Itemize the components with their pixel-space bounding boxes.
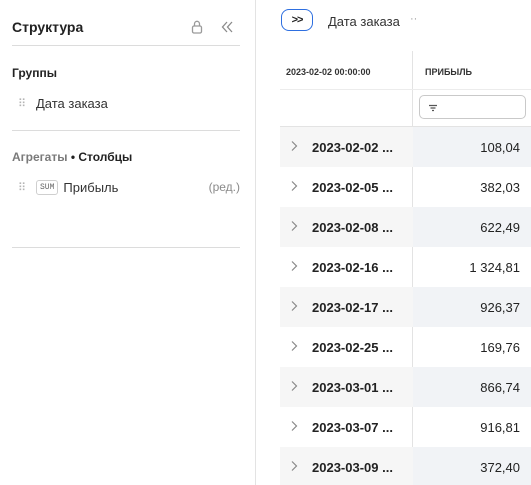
structure-panel: Структура Группы ⠿ Дата заказа Агрегаты … [0,0,256,485]
table-row[interactable]: 2023-02-17 ... 926,37 [280,287,531,327]
chip-menu-icon[interactable]: ·· [410,13,417,25]
aggregate-item-profit[interactable]: ⠿ SUM Прибыль (ред.) [12,176,240,198]
table-row[interactable]: 2023-02-02 ... 108,04 [280,127,531,167]
chevron-right-icon[interactable] [289,220,299,232]
columns-label: Столбцы [78,150,133,164]
panel-title: Структура [12,19,84,35]
aggregates-label: Агрегаты [12,150,68,164]
date-cell: 2023-02-17 ... [312,300,393,315]
pivot-editor: Структура Группы ⠿ Дата заказа Агрегаты … [0,0,531,485]
double-chevron-left-icon[interactable] [218,18,236,36]
date-cell: 2023-02-25 ... [312,340,393,355]
filter-input[interactable] [419,95,526,119]
toggle-panel-button[interactable]: >> [281,9,313,31]
chevron-right-icon[interactable] [289,260,299,272]
column-header-profit[interactable]: ПРИБЫЛЬ [425,67,472,77]
sum-badge: SUM [36,179,59,195]
divider [12,45,240,46]
date-cell: 2023-02-05 ... [312,180,393,195]
chevron-right-icon[interactable] [289,340,299,352]
table-row[interactable]: 2023-03-07 ... 916,81 [280,407,531,447]
chevron-right-icon[interactable] [289,300,299,312]
profit-cell: 372,40 [480,460,520,475]
column-header-date[interactable]: 2023-02-02 00:00:00 [286,67,371,77]
divider [12,247,240,248]
lock-icon[interactable] [188,18,206,36]
profit-cell: 1 324,81 [469,260,520,275]
table-header: 2023-02-02 00:00:00 ПРИБЫЛЬ [280,51,531,127]
profit-cell: 866,74 [480,380,520,395]
pivot-table: 2023-02-02 00:00:00 ПРИБЫЛЬ 2023-02-02 .… [280,51,531,485]
table-row[interactable]: 2023-02-08 ... 622,49 [280,207,531,247]
drag-handle-icon[interactable]: ⠿ [18,97,32,110]
drag-handle-icon[interactable]: ⠿ [18,181,32,194]
group-item-order-date[interactable]: ⠿ Дата заказа [12,92,240,114]
profit-cell: 108,04 [480,140,520,155]
aggregate-item-label: Прибыль [63,179,119,195]
table-body: 2023-02-02 ... 108,04 2023-02-05 ... 382… [280,127,531,485]
chevron-right-icon[interactable] [289,380,299,392]
table-row[interactable]: 2023-03-01 ... 866,74 [280,367,531,407]
divider [12,130,240,131]
profit-cell: 169,76 [480,340,520,355]
profit-cell: 622,49 [480,220,520,235]
profit-cell: 382,03 [480,180,520,195]
group-chip[interactable]: Дата заказа [328,14,400,29]
date-cell: 2023-02-02 ... [312,140,393,155]
date-cell: 2023-03-09 ... [312,460,393,475]
date-cell: 2023-03-07 ... [312,420,393,435]
date-cell: 2023-03-01 ... [312,380,393,395]
table-row[interactable]: 2023-02-16 ... 1 324,81 [280,247,531,287]
date-cell: 2023-02-08 ... [312,220,393,235]
edit-link[interactable]: (ред.) [209,180,240,194]
profit-cell: 926,37 [480,300,520,315]
groups-title: Группы [12,66,57,80]
title-separator: • [70,150,76,164]
group-item-label: Дата заказа [36,95,108,111]
table-row[interactable]: 2023-03-09 ... 372,40 [280,447,531,485]
aggregates-title: Агрегаты • Столбцы [12,150,132,164]
chevron-right-icon[interactable] [289,420,299,432]
header-divider [280,89,531,90]
filter-icon [429,104,437,112]
profit-cell: 916,81 [480,420,520,435]
table-row[interactable]: 2023-02-25 ... 169,76 [280,327,531,367]
date-cell: 2023-02-16 ... [312,260,393,275]
chevron-right-icon[interactable] [289,140,299,152]
table-row[interactable]: 2023-02-05 ... 382,03 [280,167,531,207]
chevron-right-icon[interactable] [289,180,299,192]
chevron-right-icon[interactable] [289,460,299,472]
